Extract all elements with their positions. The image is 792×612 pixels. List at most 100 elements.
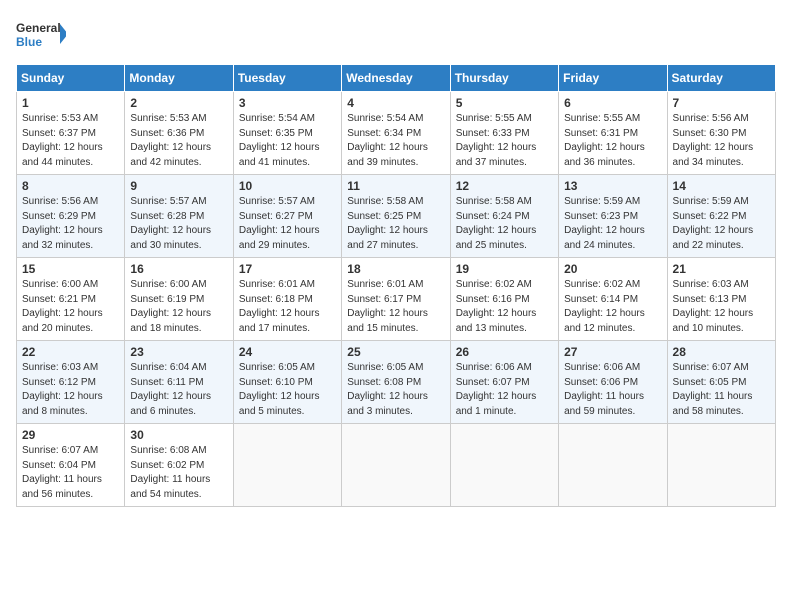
- calendar-cell: 20 Sunrise: 6:02 AMSunset: 6:14 PMDayligh…: [559, 258, 667, 341]
- day-number: 10: [239, 179, 336, 193]
- calendar-cell: 10 Sunrise: 5:57 AMSunset: 6:27 PMDayligh…: [233, 175, 341, 258]
- day-detail: Sunrise: 5:54 AMSunset: 6:35 PMDaylight:…: [239, 112, 336, 170]
- calendar-cell: 26 Sunrise: 6:06 AMSunset: 6:07 PMDayligh…: [450, 341, 558, 424]
- day-detail: Sunrise: 6:03 AMSunset: 6:13 PMDaylight:…: [673, 278, 770, 336]
- calendar-cell: [667, 424, 775, 507]
- calendar-cell: 1Sunrise: 5:53 AMSunset: 6:37 PMDaylight…: [17, 92, 125, 175]
- column-header-friday: Friday: [559, 65, 667, 92]
- day-number: 20: [564, 262, 661, 276]
- calendar-cell: 5 Sunrise: 5:55 AMSunset: 6:33 PMDaylight…: [450, 92, 558, 175]
- day-detail: Sunrise: 5:57 AMSunset: 6:27 PMDaylight:…: [239, 195, 336, 253]
- calendar-cell: 12 Sunrise: 5:58 AMSunset: 6:24 PMDayligh…: [450, 175, 558, 258]
- day-number: 2: [130, 96, 227, 110]
- calendar-cell: 18Sunrise: 6:01 AMSunset: 6:17 PMDayligh…: [342, 258, 450, 341]
- day-detail: Sunrise: 6:02 AMSunset: 6:16 PMDaylight:…: [456, 278, 553, 336]
- day-number: 4: [347, 96, 444, 110]
- day-number: 26: [456, 345, 553, 359]
- day-number: 19: [456, 262, 553, 276]
- calendar-cell: 25 Sunrise: 6:05 AMSunset: 6:08 PMDayligh…: [342, 341, 450, 424]
- day-detail: Sunrise: 5:56 AMSunset: 6:30 PMDaylight:…: [673, 112, 770, 170]
- logo-svg: General Blue: [16, 16, 66, 52]
- calendar-cell: 27 Sunrise: 6:06 AMSunset: 6:06 PMDayligh…: [559, 341, 667, 424]
- day-detail: Sunrise: 6:07 AMSunset: 6:04 PMDaylight:…: [22, 444, 119, 502]
- calendar-cell: 19 Sunrise: 6:02 AMSunset: 6:16 PMDayligh…: [450, 258, 558, 341]
- calendar-cell: [233, 424, 341, 507]
- calendar-cell: 21 Sunrise: 6:03 AMSunset: 6:13 PMDayligh…: [667, 258, 775, 341]
- calendar-cell: [559, 424, 667, 507]
- day-number: 7: [673, 96, 770, 110]
- svg-text:Blue: Blue: [16, 35, 42, 49]
- day-number: 5: [456, 96, 553, 110]
- calendar-cell: 14 Sunrise: 5:59 AMSunset: 6:22 PMDayligh…: [667, 175, 775, 258]
- calendar-cell: 23Sunrise: 6:04 AMSunset: 6:11 PMDayligh…: [125, 341, 233, 424]
- day-number: 6: [564, 96, 661, 110]
- day-detail: Sunrise: 6:00 AMSunset: 6:19 PMDaylight:…: [130, 278, 227, 336]
- day-detail: Sunrise: 5:53 AMSunset: 6:36 PMDaylight:…: [130, 112, 227, 170]
- day-number: 13: [564, 179, 661, 193]
- day-detail: Sunrise: 6:06 AMSunset: 6:07 PMDaylight:…: [456, 361, 553, 419]
- calendar-cell: 30Sunrise: 6:08 AMSunset: 6:02 PMDayligh…: [125, 424, 233, 507]
- day-detail: Sunrise: 5:58 AMSunset: 6:25 PMDaylight:…: [347, 195, 444, 253]
- calendar-cell: 22Sunrise: 6:03 AMSunset: 6:12 PMDayligh…: [17, 341, 125, 424]
- calendar-cell: 11Sunrise: 5:58 AMSunset: 6:25 PMDayligh…: [342, 175, 450, 258]
- day-detail: Sunrise: 6:02 AMSunset: 6:14 PMDaylight:…: [564, 278, 661, 336]
- calendar-cell: [342, 424, 450, 507]
- calendar-cell: 2 Sunrise: 5:53 AMSunset: 6:36 PMDaylight…: [125, 92, 233, 175]
- day-detail: Sunrise: 6:08 AMSunset: 6:02 PMDaylight:…: [130, 444, 227, 502]
- day-detail: Sunrise: 5:57 AMSunset: 6:28 PMDaylight:…: [130, 195, 227, 253]
- day-number: 15: [22, 262, 119, 276]
- day-detail: Sunrise: 5:55 AMSunset: 6:31 PMDaylight:…: [564, 112, 661, 170]
- day-number: 9: [130, 179, 227, 193]
- column-header-sunday: Sunday: [17, 65, 125, 92]
- day-detail: Sunrise: 6:01 AMSunset: 6:18 PMDaylight:…: [239, 278, 336, 336]
- svg-text:General: General: [16, 21, 61, 35]
- day-number: 25: [347, 345, 444, 359]
- day-detail: Sunrise: 5:54 AMSunset: 6:34 PMDaylight:…: [347, 112, 444, 170]
- day-detail: Sunrise: 6:05 AMSunset: 6:10 PMDaylight:…: [239, 361, 336, 419]
- day-number: 8: [22, 179, 119, 193]
- column-header-monday: Monday: [125, 65, 233, 92]
- calendar-week-row: 22Sunrise: 6:03 AMSunset: 6:12 PMDayligh…: [17, 341, 776, 424]
- day-number: 29: [22, 428, 119, 442]
- day-detail: Sunrise: 5:53 AMSunset: 6:37 PMDaylight:…: [22, 112, 119, 170]
- column-header-tuesday: Tuesday: [233, 65, 341, 92]
- day-number: 24: [239, 345, 336, 359]
- calendar-cell: 29 Sunrise: 6:07 AMSunset: 6:04 PMDayligh…: [17, 424, 125, 507]
- calendar-week-row: 29 Sunrise: 6:07 AMSunset: 6:04 PMDayligh…: [17, 424, 776, 507]
- calendar-cell: 4 Sunrise: 5:54 AMSunset: 6:34 PMDaylight…: [342, 92, 450, 175]
- day-detail: Sunrise: 6:07 AMSunset: 6:05 PMDaylight:…: [673, 361, 770, 419]
- day-number: 27: [564, 345, 661, 359]
- day-number: 21: [673, 262, 770, 276]
- day-detail: Sunrise: 6:05 AMSunset: 6:08 PMDaylight:…: [347, 361, 444, 419]
- calendar-cell: 7 Sunrise: 5:56 AMSunset: 6:30 PMDaylight…: [667, 92, 775, 175]
- calendar-week-row: 1Sunrise: 5:53 AMSunset: 6:37 PMDaylight…: [17, 92, 776, 175]
- calendar-cell: 6 Sunrise: 5:55 AMSunset: 6:31 PMDaylight…: [559, 92, 667, 175]
- calendar-week-row: 8 Sunrise: 5:56 AMSunset: 6:29 PMDaylight…: [17, 175, 776, 258]
- day-detail: Sunrise: 5:55 AMSunset: 6:33 PMDaylight:…: [456, 112, 553, 170]
- logo: General Blue: [16, 16, 66, 52]
- page-header: General Blue: [16, 16, 776, 52]
- day-number: 14: [673, 179, 770, 193]
- day-detail: Sunrise: 6:00 AMSunset: 6:21 PMDaylight:…: [22, 278, 119, 336]
- calendar-cell: 15 Sunrise: 6:00 AMSunset: 6:21 PMDayligh…: [17, 258, 125, 341]
- calendar-header-row: SundayMondayTuesdayWednesdayThursdayFrid…: [17, 65, 776, 92]
- column-header-thursday: Thursday: [450, 65, 558, 92]
- calendar-cell: 17 Sunrise: 6:01 AMSunset: 6:18 PMDayligh…: [233, 258, 341, 341]
- day-detail: Sunrise: 5:56 AMSunset: 6:29 PMDaylight:…: [22, 195, 119, 253]
- day-detail: Sunrise: 6:03 AMSunset: 6:12 PMDaylight:…: [22, 361, 119, 419]
- column-header-saturday: Saturday: [667, 65, 775, 92]
- day-number: 17: [239, 262, 336, 276]
- day-number: 12: [456, 179, 553, 193]
- day-number: 3: [239, 96, 336, 110]
- day-number: 23: [130, 345, 227, 359]
- day-detail: Sunrise: 6:06 AMSunset: 6:06 PMDaylight:…: [564, 361, 661, 419]
- day-detail: Sunrise: 5:58 AMSunset: 6:24 PMDaylight:…: [456, 195, 553, 253]
- calendar-table: SundayMondayTuesdayWednesdayThursdayFrid…: [16, 64, 776, 507]
- calendar-cell: 24 Sunrise: 6:05 AMSunset: 6:10 PMDayligh…: [233, 341, 341, 424]
- day-detail: Sunrise: 5:59 AMSunset: 6:23 PMDaylight:…: [564, 195, 661, 253]
- calendar-cell: 28Sunrise: 6:07 AMSunset: 6:05 PMDayligh…: [667, 341, 775, 424]
- day-number: 18: [347, 262, 444, 276]
- calendar-cell: 13 Sunrise: 5:59 AMSunset: 6:23 PMDayligh…: [559, 175, 667, 258]
- day-detail: Sunrise: 5:59 AMSunset: 6:22 PMDaylight:…: [673, 195, 770, 253]
- calendar-cell: 8 Sunrise: 5:56 AMSunset: 6:29 PMDaylight…: [17, 175, 125, 258]
